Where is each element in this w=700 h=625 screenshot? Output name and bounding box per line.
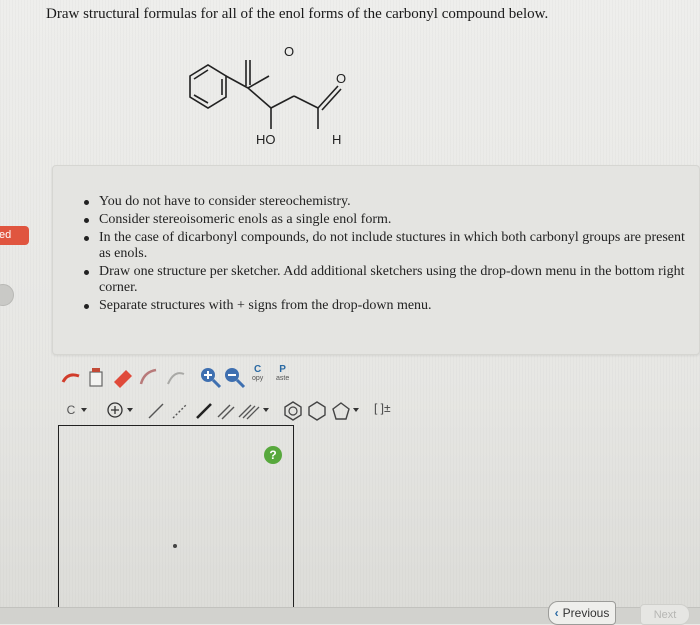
copy-button[interactable]: C opy <box>252 364 263 383</box>
double-bond-icon[interactable] <box>216 401 236 421</box>
bold-bond-icon[interactable] <box>194 401 214 421</box>
question-title: Draw structural formulas for all of the … <box>46 6 549 22</box>
charge-bracket-button[interactable]: [ ]± <box>374 401 391 415</box>
triple-bond-icon[interactable] <box>238 401 260 421</box>
sketcher-canvas[interactable] <box>58 425 294 616</box>
zoom-in-icon[interactable] <box>198 365 222 389</box>
eraser-icon[interactable] <box>110 366 134 388</box>
zoom-out-icon[interactable] <box>222 365 246 389</box>
copy-sub-label: opy <box>252 375 264 382</box>
side-circle-icon[interactable] <box>0 284 14 306</box>
instruction-item: In the case of dicarbonyl compounds, do … <box>83 230 695 262</box>
paste-sub-label: aste <box>276 375 290 382</box>
instructions-panel: You do not have to consider stereochemis… <box>52 165 700 355</box>
instruction-item: Separate structures with + signs from th… <box>83 298 695 314</box>
copy-label: C <box>254 364 262 375</box>
next-label: Next <box>653 608 677 621</box>
paste-label: P <box>279 364 286 375</box>
carbonyl-bond-2 <box>317 85 339 109</box>
canvas-dot <box>173 544 177 548</box>
hydroxyl-label: HO <box>256 132 276 147</box>
element-button[interactable]: C <box>64 402 78 418</box>
cyclopentane-icon[interactable] <box>330 400 352 422</box>
help-icon[interactable]: ? <box>264 446 282 464</box>
previous-button[interactable]: ‹ Previous <box>548 601 616 625</box>
single-bond-icon[interactable] <box>146 401 166 421</box>
sketcher-toolbar-bottom: C []± <box>60 398 420 424</box>
instructions-list: You do not have to consider stereochemis… <box>83 194 695 316</box>
cyclohexane-icon[interactable] <box>306 400 328 422</box>
next-button[interactable]: Next <box>640 604 690 625</box>
chevron-left-icon: ‹ <box>554 606 559 620</box>
bond-ring-carbonyl <box>225 75 249 89</box>
benzene-ring <box>189 64 227 109</box>
stereo-bond-icon[interactable] <box>170 401 190 421</box>
benzene-ring-icon[interactable] <box>282 400 304 422</box>
oxygen-top-label: O <box>284 44 294 59</box>
select-icon[interactable] <box>164 366 186 388</box>
oxygen-right-label: O <box>336 71 346 86</box>
instruction-item: Draw one structure per sketcher. Add add… <box>83 264 695 296</box>
screen: Draw structural formulas for all of the … <box>0 0 700 625</box>
charge-add-icon[interactable] <box>106 401 124 419</box>
chevron-down-icon[interactable] <box>126 406 134 414</box>
chevron-down-icon[interactable] <box>80 406 88 414</box>
lasso-icon[interactable] <box>138 366 160 388</box>
instruction-item: You do not have to consider stereochemis… <box>83 194 695 210</box>
clear-icon[interactable] <box>86 366 106 388</box>
chevron-down-icon[interactable] <box>262 406 270 414</box>
undo-icon[interactable] <box>60 368 82 388</box>
paste-button[interactable]: P aste <box>276 364 289 383</box>
instruction-item: Consider stereoisomeric enols as a singl… <box>83 212 695 228</box>
side-tab[interactable]: ed <box>0 226 29 245</box>
molecule-structure: O O HO H <box>189 44 346 147</box>
sketcher-toolbar-top: C opy P aste <box>60 362 310 392</box>
hydrogen-label: H <box>332 132 341 147</box>
previous-label: Previous <box>562 606 610 620</box>
chevron-down-icon[interactable] <box>352 406 360 414</box>
